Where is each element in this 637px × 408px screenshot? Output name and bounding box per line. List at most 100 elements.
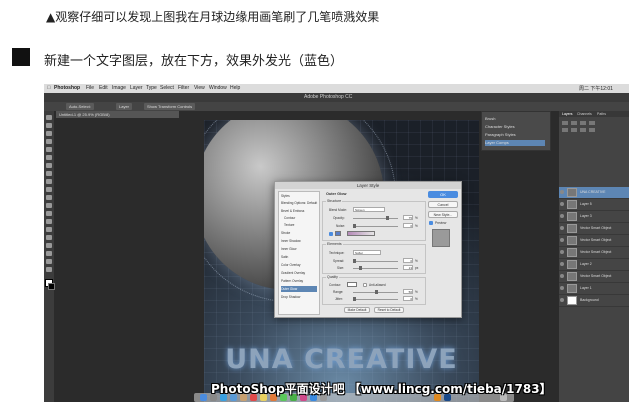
visibility-eye-icon[interactable]: [560, 190, 564, 194]
panel-row[interactable]: Brush: [485, 116, 545, 122]
apple-icon[interactable]: : [47, 85, 51, 91]
auto-select-checkbox[interactable]: Auto-Select:: [66, 103, 94, 110]
quick-select-tool-icon[interactable]: [46, 139, 52, 144]
layer-row[interactable]: Vector Smart Object: [559, 271, 629, 283]
layer-row[interactable]: Background: [559, 295, 629, 307]
menu-layer[interactable]: Layer: [130, 85, 143, 91]
style-item[interactable]: Color Overlay: [281, 262, 317, 268]
style-item-selected[interactable]: Outer Glow: [281, 286, 317, 292]
jitter-slider[interactable]: [353, 297, 398, 301]
layer-row[interactable]: Layer 1: [559, 283, 629, 295]
eyedropper-tool-icon[interactable]: [46, 155, 52, 160]
crop-tool-icon[interactable]: [46, 147, 52, 152]
tab-paths[interactable]: Paths: [597, 111, 606, 117]
range-slider[interactable]: [353, 290, 398, 294]
visibility-eye-icon[interactable]: [560, 274, 564, 278]
adjustment-icon[interactable]: [562, 121, 568, 125]
zoom-tool-icon[interactable]: [46, 267, 52, 272]
pen-tool-icon[interactable]: [46, 227, 52, 232]
spread-field[interactable]: 0: [403, 258, 413, 263]
tab-channels[interactable]: Channels: [577, 111, 592, 117]
layer-select-dropdown[interactable]: Layer: [116, 103, 133, 110]
menu-window[interactable]: Window: [209, 85, 227, 91]
layer-row[interactable]: Layer 3: [559, 211, 629, 223]
hand-tool-icon[interactable]: [46, 259, 52, 264]
blur-tool-icon[interactable]: [46, 211, 52, 216]
jitter-field[interactable]: 0: [403, 296, 413, 301]
panel-row[interactable]: Character Styles: [485, 124, 545, 130]
visibility-eye-icon[interactable]: [560, 238, 564, 242]
tab-layers[interactable]: Layers: [562, 111, 573, 117]
layer-row[interactable]: Layer 2: [559, 259, 629, 271]
spread-slider[interactable]: [353, 259, 398, 263]
visibility-eye-icon[interactable]: [560, 250, 564, 254]
glow-color-swatch[interactable]: [335, 231, 341, 236]
layer-row[interactable]: Vector Smart Object: [559, 247, 629, 259]
menu-type[interactable]: Type: [146, 85, 157, 91]
opacity-slider[interactable]: [353, 216, 398, 220]
adjustment-icon[interactable]: [580, 121, 586, 125]
anti-aliased-checkbox[interactable]: [363, 283, 367, 287]
ok-button[interactable]: OK: [428, 191, 458, 198]
noise-slider[interactable]: [353, 224, 398, 228]
range-field[interactable]: 50: [403, 289, 413, 294]
panel-row-selected[interactable]: Layer Comps: [485, 140, 545, 146]
contour-picker[interactable]: [347, 282, 357, 287]
menu-edit[interactable]: Edit: [99, 85, 108, 91]
shape-tool-icon[interactable]: [46, 251, 52, 256]
menu-photoshop[interactable]: Photoshop: [54, 85, 80, 91]
style-item[interactable]: Blending Options: Default: [281, 200, 317, 206]
history-brush-tool-icon[interactable]: [46, 187, 52, 192]
new-style-button[interactable]: New Style...: [428, 211, 458, 218]
menu-view[interactable]: View: [194, 85, 205, 91]
finder-icon[interactable]: [200, 394, 207, 401]
visibility-eye-icon[interactable]: [560, 298, 564, 302]
opacity-field[interactable]: 75: [403, 215, 413, 220]
size-field[interactable]: 13: [403, 265, 413, 270]
layer-row[interactable]: Layer 5: [559, 199, 629, 211]
slider-knob[interactable]: [386, 216, 389, 220]
style-item[interactable]: Satin: [281, 254, 317, 260]
path-select-tool-icon[interactable]: [46, 243, 52, 248]
style-item[interactable]: Contour: [281, 215, 320, 221]
visibility-eye-icon[interactable]: [560, 262, 564, 266]
menu-file[interactable]: File: [86, 85, 94, 91]
show-transform-controls[interactable]: Show Transform Controls: [144, 103, 196, 110]
move-tool-icon[interactable]: [46, 115, 52, 120]
technique-dropdown[interactable]: Softer: [353, 250, 381, 255]
visibility-eye-icon[interactable]: [560, 214, 564, 218]
glow-gradient-picker[interactable]: [347, 231, 375, 236]
style-item[interactable]: Stroke: [281, 230, 317, 236]
preview-checkbox[interactable]: [429, 221, 433, 225]
adjustment-icon[interactable]: [571, 128, 577, 132]
layer-row[interactable]: Vector Smart Object: [559, 223, 629, 235]
adjustment-icon[interactable]: [571, 121, 577, 125]
visibility-eye-icon[interactable]: [560, 226, 564, 230]
reset-default-button[interactable]: Reset to Default: [374, 307, 404, 313]
visibility-eye-icon[interactable]: [560, 286, 564, 290]
slider-knob[interactable]: [353, 259, 356, 263]
type-tool-icon[interactable]: [46, 235, 52, 240]
style-item[interactable]: Inner Glow: [281, 246, 317, 252]
marquee-tool-icon[interactable]: [46, 123, 52, 128]
adjustment-icon[interactable]: [589, 121, 595, 125]
style-item[interactable]: Inner Shadow: [281, 238, 317, 244]
menu-help[interactable]: Help: [230, 85, 240, 91]
solid-color-radio[interactable]: [329, 232, 333, 236]
menu-select[interactable]: Select: [160, 85, 174, 91]
stamp-tool-icon[interactable]: [46, 179, 52, 184]
layer-row[interactable]: Vector Smart Object: [559, 235, 629, 247]
slider-knob[interactable]: [359, 266, 362, 270]
visibility-eye-icon[interactable]: [560, 202, 564, 206]
panel-row[interactable]: Paragraph Styles: [485, 132, 545, 138]
size-slider[interactable]: [353, 266, 398, 270]
gradient-tool-icon[interactable]: [46, 203, 52, 208]
blend-mode-dropdown[interactable]: Screen: [353, 207, 385, 212]
style-item[interactable]: Styles: [281, 193, 317, 199]
adjustment-icon[interactable]: [562, 128, 568, 132]
make-default-button[interactable]: Make Default: [344, 307, 370, 313]
slider-knob[interactable]: [375, 290, 378, 294]
lasso-tool-icon[interactable]: [46, 131, 52, 136]
background-color-swatch[interactable]: [48, 283, 55, 290]
slider-knob[interactable]: [353, 297, 356, 301]
